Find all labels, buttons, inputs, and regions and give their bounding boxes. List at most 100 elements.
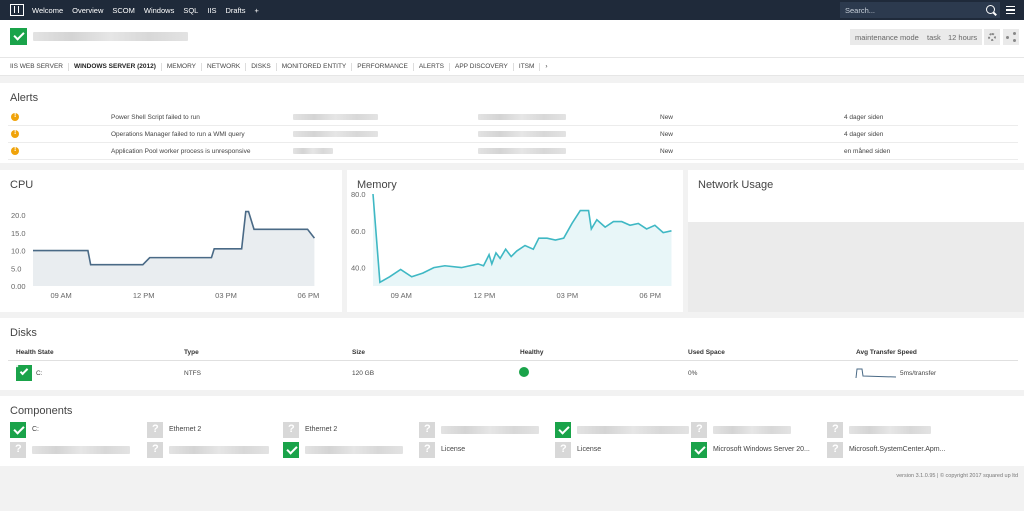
component-item[interactable] — [147, 442, 279, 458]
column-header-used-space[interactable]: Used Space — [688, 349, 725, 356]
alert-source-redacted — [293, 148, 333, 154]
healthy-check-icon — [283, 442, 299, 458]
memory-area-fill — [373, 194, 672, 286]
maintenance-mode-button[interactable]: maintenance mode — [850, 29, 924, 45]
component-label-redacted — [577, 426, 689, 434]
memory-x-tick-label: 12 PM — [474, 291, 496, 300]
alerts-panel: Alerts Power Shell Script failed to run … — [0, 83, 1024, 163]
nav-drafts[interactable]: Drafts — [226, 6, 246, 15]
tab-performance[interactable]: PERFORMANCE — [357, 62, 414, 71]
cpu-x-tick-label: 09 AM — [50, 291, 71, 300]
tab-alerts[interactable]: ALERTS — [419, 62, 451, 71]
component-label-redacted — [713, 426, 791, 434]
settings-gear-icon[interactable] — [984, 29, 1000, 45]
component-item[interactable] — [419, 422, 551, 438]
nav-windows[interactable]: Windows — [144, 6, 174, 15]
component-item[interactable]: License — [555, 442, 687, 458]
healthy-check-icon — [691, 442, 707, 458]
transfer-speed-sparkline — [855, 368, 897, 379]
cpu-x-tick-label: 06 PM — [298, 291, 320, 300]
component-label: License — [441, 446, 466, 453]
component-label: Microsoft.SystemCenter.Apm... — [849, 446, 946, 453]
alert-row[interactable]: Application Pool worker process is unres… — [8, 144, 1018, 160]
component-label-redacted — [305, 446, 403, 454]
component-item[interactable]: Microsoft Windows Server 20... — [691, 442, 823, 458]
disk-size: 120 GB — [352, 370, 375, 377]
disk-type: NTFS — [184, 370, 201, 377]
cpu-chart: 0.00 5.0 10.0 15.0 20.0 09 AM 12 PM 03 PM 06 PM — [11, 210, 320, 300]
tab-monitored-entity[interactable]: MONITORED ENTITY — [282, 62, 353, 71]
cpu-y-tick-label: 5.0 — [11, 264, 21, 273]
column-header-avg-transfer-speed[interactable]: Avg Transfer Speed — [856, 349, 917, 356]
healthy-check-icon — [10, 422, 26, 438]
component-item[interactable]: License — [419, 442, 551, 458]
warning-icon — [11, 146, 19, 155]
tabs-more-chevron-icon[interactable]: › — [545, 63, 552, 71]
memory-x-tick-label: 06 PM — [639, 291, 661, 300]
component-item[interactable]: Ethernet 2 — [283, 422, 415, 438]
alert-time: en måned siden — [844, 148, 891, 155]
share-icon[interactable] — [1003, 29, 1019, 45]
components-panel: Components C: Ethernet 2 Ethernet 2 License… — [0, 396, 1024, 466]
component-item[interactable]: C: — [10, 422, 142, 438]
tab-disks[interactable]: DISKS — [251, 62, 277, 71]
component-label: Microsoft Windows Server 20... — [713, 446, 810, 453]
unknown-state-question-icon — [827, 442, 843, 458]
unknown-state-question-icon — [147, 442, 163, 458]
disk-name[interactable]: C: — [36, 370, 43, 377]
disks-panel: Disks Health State Type Size Healthy Use… — [0, 318, 1024, 390]
cpu-y-tick-label: 15.0 — [11, 229, 26, 238]
top-navigation-bar: Welcome Overview SCOM Windows SQL IIS Dr… — [0, 0, 1024, 20]
component-item[interactable] — [283, 442, 415, 458]
column-header-size[interactable]: Size — [352, 349, 365, 356]
component-label: License — [577, 446, 602, 453]
component-label: Ethernet 2 — [169, 426, 202, 433]
nav-add-button[interactable]: + — [255, 6, 259, 15]
memory-chart-panel: Memory 40.0 60.0 80.0 09 AM 12 PM 03 PM 06 PM — [347, 170, 683, 312]
alert-row[interactable]: Power Shell Script failed to run New 4 d… — [8, 110, 1018, 126]
memory-x-tick-label: 09 AM — [391, 291, 412, 300]
app-logo-icon[interactable] — [10, 4, 24, 16]
tab-app-discovery[interactable]: APP DISCOVERY — [455, 62, 514, 71]
warning-icon — [11, 129, 19, 138]
nav-sql[interactable]: SQL — [183, 6, 198, 15]
healthy-status-dot-icon — [519, 367, 529, 377]
column-header-health-state[interactable]: Health State — [16, 349, 54, 356]
search-icon[interactable] — [986, 5, 995, 14]
timerange-button[interactable]: 12 hours — [943, 29, 983, 45]
column-header-type[interactable]: Type — [184, 349, 199, 356]
alert-path-redacted — [478, 131, 566, 137]
tab-windows-server[interactable]: WINDOWS SERVER (2012) — [74, 62, 162, 71]
tab-network[interactable]: NETWORK — [207, 62, 247, 71]
alert-state: New — [660, 131, 674, 138]
warning-icon — [11, 112, 19, 121]
nav-scom[interactable]: SCOM — [112, 6, 135, 15]
unknown-state-question-icon — [555, 442, 571, 458]
component-label-redacted — [849, 426, 931, 434]
unknown-state-question-icon — [147, 422, 163, 438]
components-title: Components — [10, 405, 73, 417]
component-item[interactable] — [10, 442, 142, 458]
alert-row[interactable]: Operations Manager failed to run a WMI q… — [8, 127, 1018, 143]
nav-overview[interactable]: Overview — [72, 6, 103, 15]
search-input[interactable]: Search... — [840, 2, 1000, 18]
component-item[interactable] — [555, 422, 689, 438]
nav-iis[interactable]: IIS — [207, 6, 216, 15]
tab-iis-web-server[interactable]: IIS WEB SERVER — [10, 62, 69, 71]
component-item[interactable]: Ethernet 2 — [147, 422, 279, 438]
healthy-check-icon — [555, 422, 571, 438]
tab-memory[interactable]: MEMORY — [167, 62, 202, 71]
memory-y-tick-label: 40.0 — [351, 264, 366, 273]
cpu-chart-panel: CPU 0.00 5.0 10.0 15.0 20.0 09 AM 12 PM 03 PM 06… — [0, 170, 342, 312]
tab-itsm[interactable]: ITSM — [519, 62, 541, 71]
alert-name: Application Pool worker process is unres… — [111, 148, 251, 155]
component-item[interactable]: Microsoft.SystemCenter.Apm... — [827, 442, 959, 458]
memory-y-tick-label: 60.0 — [351, 227, 366, 236]
component-item[interactable] — [827, 422, 959, 438]
network-usage-empty-area — [688, 222, 1024, 312]
hamburger-menu-icon[interactable] — [1006, 6, 1015, 14]
component-item[interactable] — [691, 422, 823, 438]
nav-welcome[interactable]: Welcome — [32, 6, 63, 15]
column-header-healthy[interactable]: Healthy — [520, 349, 543, 356]
unknown-state-question-icon — [419, 442, 435, 458]
